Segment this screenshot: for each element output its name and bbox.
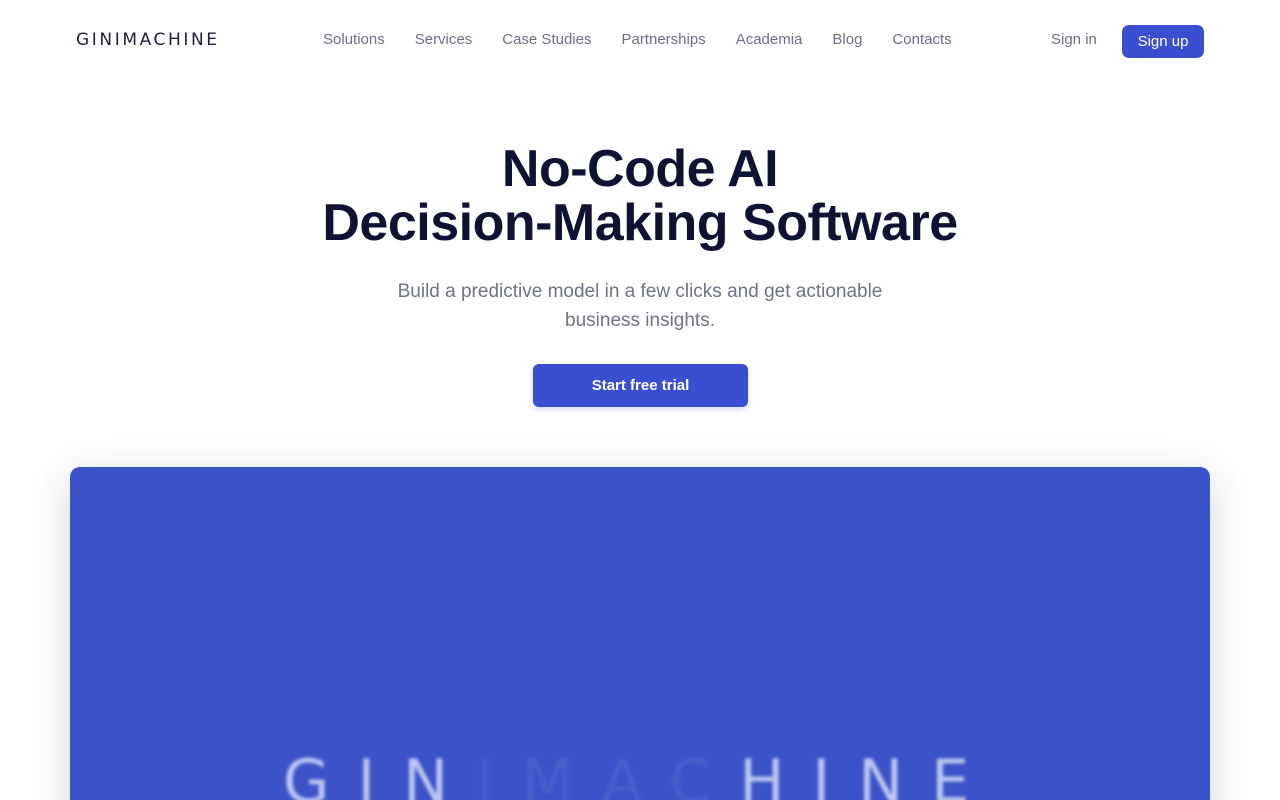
showcase-logo-right: HINE: [739, 747, 998, 800]
showcase-logo-left: GIN: [282, 747, 477, 800]
nav-item-partnerships[interactable]: Partnerships: [606, 29, 720, 51]
page: GINIMACHINE Solutions Services Case Stud…: [0, 0, 1280, 800]
nav-item-case-studies[interactable]: Case Studies: [487, 29, 606, 51]
nav-item-solutions[interactable]: Solutions: [308, 29, 400, 51]
brand-logo[interactable]: GINIMACHINE: [76, 28, 220, 52]
sign-in-link[interactable]: Sign in: [1040, 29, 1108, 51]
nav-item-academia[interactable]: Academia: [721, 29, 818, 51]
showcase-logo-mid: IMAC: [476, 747, 740, 800]
sign-up-button[interactable]: Sign up: [1122, 25, 1204, 58]
nav-item-blog[interactable]: Blog: [817, 29, 877, 51]
hero-title-line-2: Decision-Making Software: [322, 194, 958, 252]
hero-subtitle: Build a predictive model in a few clicks…: [397, 281, 883, 331]
nav-item-services[interactable]: Services: [400, 29, 488, 51]
site-header: GINIMACHINE Solutions Services Case Stud…: [0, 0, 1280, 80]
product-showcase-video[interactable]: GINIMACHINE: [70, 467, 1210, 800]
main-nav: Solutions Services Case Studies Partners…: [308, 29, 967, 51]
hero-title-line-1: No-Code AI: [501, 140, 779, 198]
nav-item-contacts[interactable]: Contacts: [877, 29, 966, 51]
start-free-trial-button[interactable]: Start free trial: [533, 364, 748, 407]
hero-title: No-Code AI Decision-Making Software: [0, 142, 1280, 250]
showcase-logo-animation: GINIMACHINE: [70, 747, 1210, 800]
